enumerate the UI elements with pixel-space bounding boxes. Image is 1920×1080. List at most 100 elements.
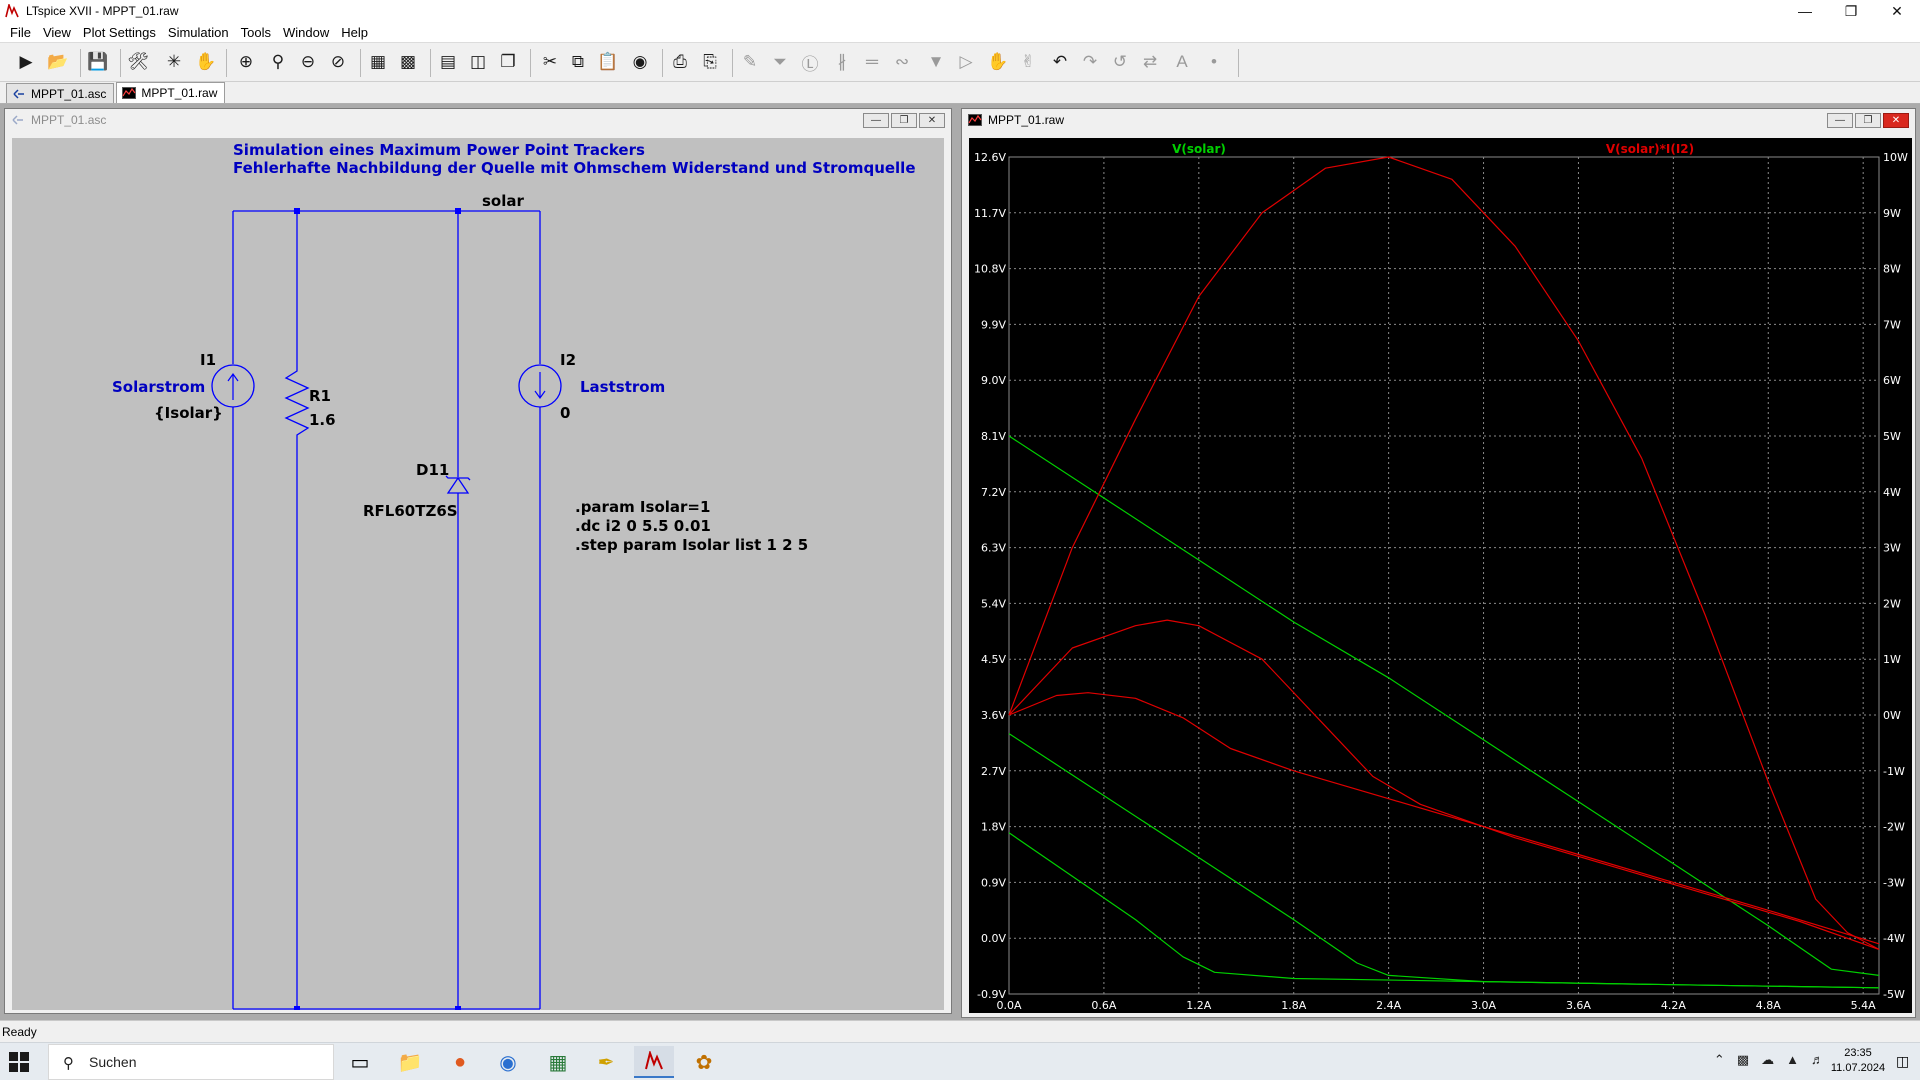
- spice-directive[interactable]: .param Isolar=1: [575, 498, 710, 516]
- tile-horizontal-icon[interactable]: ▤: [436, 50, 460, 74]
- waveform-restore-button[interactable]: ❐: [1855, 113, 1881, 128]
- current-source-i2[interactable]: [518, 364, 562, 408]
- cut-icon[interactable]: ✂: [538, 50, 562, 74]
- notification-icon[interactable]: ◫: [1896, 1053, 1914, 1071]
- cascade-icon[interactable]: ❐: [496, 50, 520, 74]
- power-trace: [1008, 156, 1880, 950]
- trace-label-voltage[interactable]: V(solar): [1172, 142, 1226, 156]
- zoom-cancel-icon[interactable]: ⊘: [326, 50, 350, 74]
- waveform-minimize-button[interactable]: —: [1827, 113, 1853, 128]
- thunderbird-icon[interactable]: ◉: [488, 1046, 528, 1078]
- app-icon[interactable]: ✿: [684, 1046, 724, 1078]
- component-icon[interactable]: ▷: [954, 50, 978, 74]
- menu-view[interactable]: View: [37, 25, 77, 40]
- open-icon[interactable]: 📂: [46, 50, 70, 74]
- save-icon[interactable]: 💾: [86, 50, 110, 74]
- y-tick-label-right: 0W: [1883, 709, 1901, 722]
- print-icon[interactable]: ⎙: [668, 50, 692, 74]
- drag-icon[interactable]: ✌: [1016, 50, 1040, 74]
- x-tick-label: 5.4A: [1851, 999, 1876, 1012]
- schematic-restore-button[interactable]: ❐: [891, 113, 917, 128]
- schematic-window-titlebar[interactable]: MPPT_01.asc: [5, 109, 951, 131]
- schematic-canvas[interactable]: Simulation eines Maximum Power Point Tra…: [12, 138, 944, 1027]
- ltspice-taskbar-icon[interactable]: [634, 1046, 674, 1078]
- find-binoculars-icon[interactable]: ◉: [628, 50, 652, 74]
- taskbar-clock[interactable]: 23:35 11.07.2024: [1828, 1046, 1888, 1076]
- pan-hand-icon[interactable]: ✋: [194, 50, 218, 74]
- halt-icon[interactable]: ✳: [162, 50, 186, 74]
- calculator-icon[interactable]: ▦: [538, 1046, 578, 1078]
- device-icon[interactable]: ▩: [1737, 1052, 1749, 1068]
- diode-icon[interactable]: ▼: [924, 50, 948, 74]
- current-source-i1[interactable]: [211, 364, 255, 408]
- close-button[interactable]: ✕: [1874, 0, 1920, 22]
- schematic-minimize-button[interactable]: —: [863, 113, 889, 128]
- copy-icon[interactable]: ⧉: [566, 50, 590, 74]
- volume-icon[interactable]: ♬: [1811, 1052, 1824, 1068]
- redo-icon[interactable]: ↷: [1078, 50, 1102, 74]
- zoom-in-icon[interactable]: ⊕: [234, 50, 258, 74]
- chevron-up-icon[interactable]: ⌃: [1714, 1052, 1725, 1068]
- mirror-icon[interactable]: ⇄: [1138, 50, 1162, 74]
- tab-waveform[interactable]: MPPT_01.raw: [116, 82, 226, 103]
- restore-button[interactable]: ❐: [1828, 0, 1874, 22]
- waveform-close-button[interactable]: ✕: [1883, 113, 1909, 128]
- spice-directive-icon[interactable]: •: [1202, 50, 1226, 74]
- ground-icon[interactable]: ⏷: [768, 50, 792, 74]
- file-explorer-icon[interactable]: 📁: [390, 1046, 430, 1078]
- spice-directive[interactable]: .step param Isolar list 1 2 5: [575, 536, 808, 554]
- menu-file[interactable]: File: [4, 25, 37, 40]
- resistor-icon[interactable]: ∦: [830, 50, 854, 74]
- menu-plot-settings[interactable]: Plot Settings: [77, 25, 162, 40]
- tab-schematic[interactable]: MPPT_01.asc: [6, 83, 115, 103]
- wifi-icon[interactable]: ▲: [1786, 1052, 1799, 1068]
- x-tick-label: 4.2A: [1661, 999, 1686, 1012]
- menu-simulation[interactable]: Simulation: [162, 25, 235, 40]
- label-net-icon[interactable]: Ⓛ: [798, 50, 822, 74]
- run-icon[interactable]: ▶: [14, 50, 38, 74]
- i1-value: {Isolar}: [154, 404, 223, 422]
- waveform-plot[interactable]: 12.6V 10W 11.7V 9W 10.8V 8W 9.9V 7W 9.0V 6W 8.1V 5W…: [969, 138, 1912, 1013]
- junction-dot: [455, 1006, 461, 1012]
- menu-help[interactable]: Help: [335, 25, 374, 40]
- inductor-icon[interactable]: ∾: [890, 50, 914, 74]
- ltspice-pen-icon[interactable]: ✒: [586, 1046, 626, 1078]
- plot-frame: [1008, 156, 1880, 995]
- tile-vertical-icon[interactable]: ◫: [466, 50, 490, 74]
- x-tick-label: 2.4A: [1376, 999, 1401, 1012]
- move-icon[interactable]: ✋: [986, 50, 1010, 74]
- schematic-close-button[interactable]: ✕: [919, 113, 945, 128]
- taskbar-search-box[interactable]: ⚲ Suchen: [48, 1044, 334, 1080]
- paste-icon[interactable]: 📋: [596, 50, 620, 74]
- wire-icon[interactable]: ✎: [738, 50, 762, 74]
- menu-window[interactable]: Window: [277, 25, 335, 40]
- minimize-button[interactable]: —: [1782, 0, 1828, 22]
- capacitor-icon[interactable]: ═: [860, 50, 884, 74]
- i2-value: 0: [560, 404, 570, 422]
- zoom-fit-icon[interactable]: ⚲: [266, 50, 290, 74]
- resistor-r1[interactable]: [284, 364, 310, 450]
- y-tick-label-right: -5W: [1883, 988, 1905, 1001]
- zener-diode-d11[interactable]: [445, 475, 471, 494]
- waveform-window-titlebar[interactable]: MPPT_01.raw: [962, 109, 1915, 131]
- grid-icon[interactable]: ▩: [396, 50, 420, 74]
- undo-icon[interactable]: ↶: [1048, 50, 1072, 74]
- text-icon[interactable]: А: [1170, 50, 1194, 74]
- control-panel-icon[interactable]: 🛠: [126, 50, 150, 74]
- y-tick-label-left: 4.5V: [981, 653, 1006, 666]
- spice-directive[interactable]: .dc i2 0 5.5 0.01: [575, 517, 711, 535]
- autorange-icon[interactable]: ▦: [366, 50, 390, 74]
- print-preview-icon[interactable]: ⎘: [698, 50, 722, 74]
- schematic-drawing[interactable]: Simulation eines Maximum Power Point Tra…: [12, 138, 944, 1027]
- menu-tools[interactable]: Tools: [235, 25, 277, 40]
- zoom-out-icon[interactable]: ⊖: [296, 50, 320, 74]
- windows-start-icon[interactable]: [8, 1051, 32, 1075]
- rotate-icon[interactable]: ↺: [1108, 50, 1132, 74]
- trace-label-power[interactable]: V(solar)*I(I2): [1606, 142, 1694, 156]
- y-tick-label-right: 8W: [1883, 263, 1901, 276]
- firefox-icon[interactable]: ●: [440, 1046, 480, 1078]
- d11-name: D11: [416, 461, 449, 479]
- task-view-icon[interactable]: ▭: [340, 1046, 380, 1078]
- plot-pane[interactable]: 12.6V 10W 11.7V 9W 10.8V 8W 9.9V 7W 9.0V 6W 8.1V 5W…: [969, 138, 1912, 1013]
- cloud-icon[interactable]: ☁: [1761, 1052, 1774, 1068]
